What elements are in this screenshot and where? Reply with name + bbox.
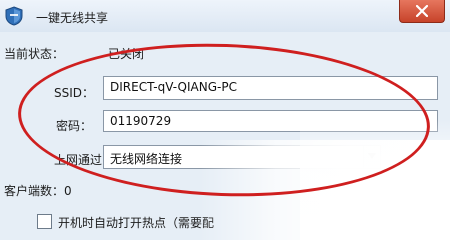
wireless-share-window: 一键无线共享 当前状态： 已关闭 SSID： DIRECT-qV-QIANG-P… <box>0 0 450 240</box>
dropdown-button[interactable] <box>363 146 380 168</box>
title-bar: 一键无线共享 <box>0 0 450 32</box>
chevron-down-icon <box>368 153 376 159</box>
ssid-input[interactable]: DIRECT-qV-QIANG-PC <box>103 76 438 100</box>
status-value: 已关闭 <box>108 47 145 61</box>
client-count: 客户端数：0 <box>4 184 72 198</box>
ssid-label: SSID： <box>54 86 95 100</box>
app-shield-icon <box>4 6 24 26</box>
status-label: 当前状态： <box>4 47 65 61</box>
window-title: 一键无线共享 <box>36 11 109 25</box>
password-input[interactable]: 01190729 <box>103 110 438 132</box>
autostart-checkbox[interactable] <box>37 214 52 229</box>
autostart-label: 开机时自动打开热点（需要配 <box>58 216 215 230</box>
password-label: 密码： <box>56 119 93 133</box>
close-button[interactable] <box>399 0 445 23</box>
uplink-select[interactable]: 无线网络连接 <box>103 145 381 169</box>
uplink-selected-value: 无线网络连接 <box>110 152 183 166</box>
close-icon <box>416 5 428 17</box>
